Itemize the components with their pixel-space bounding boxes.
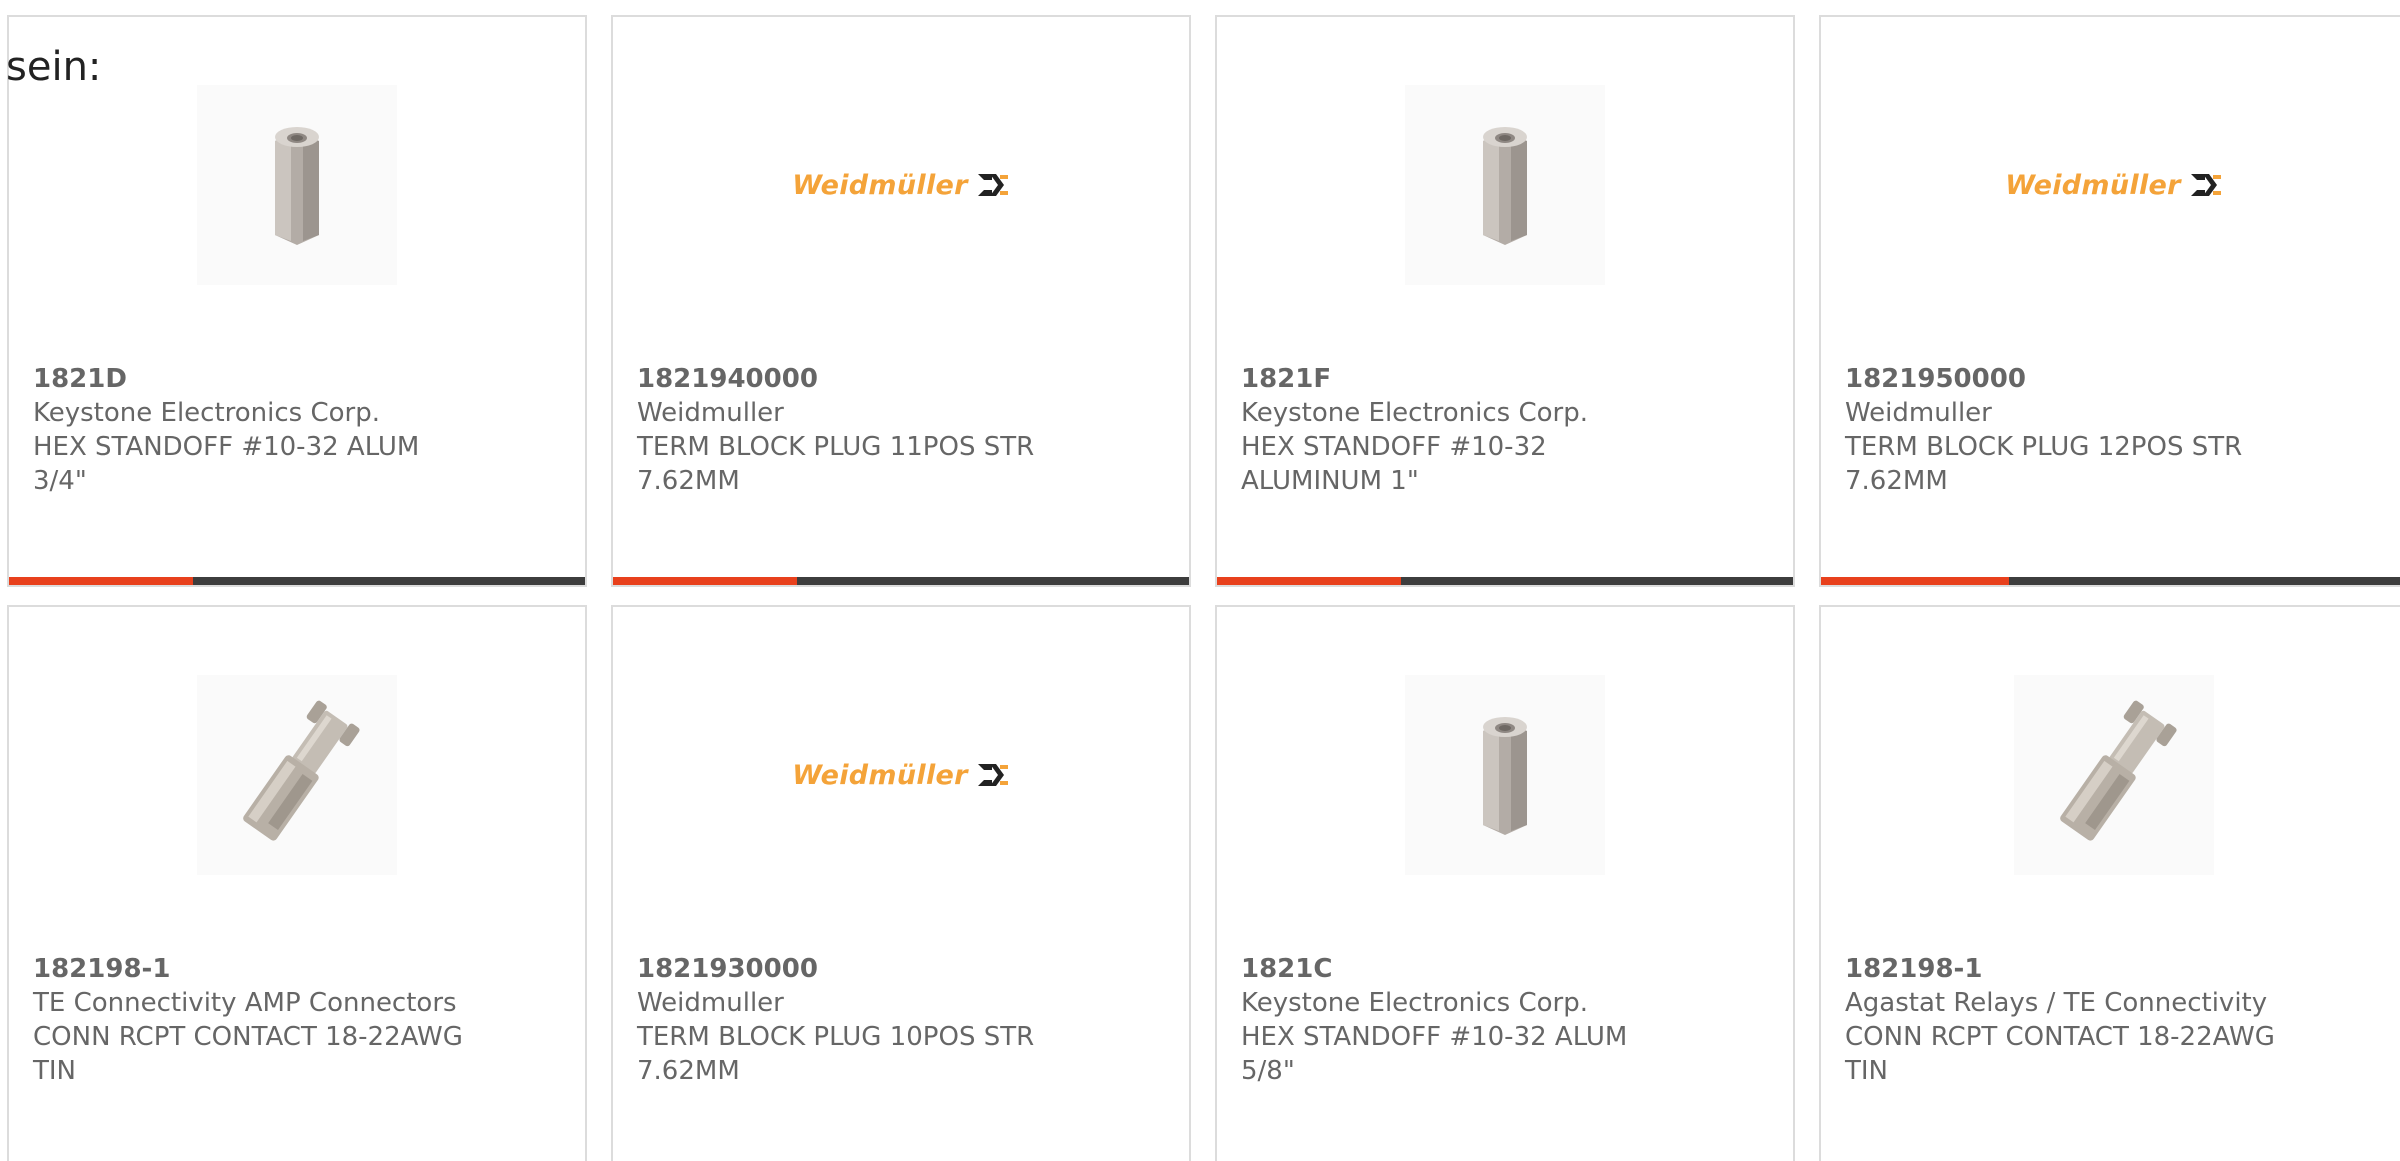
heading-fragment: sein: xyxy=(6,44,102,90)
manufacturer: Weidmuller xyxy=(637,988,784,1018)
progress-fill xyxy=(1217,577,1402,585)
product-info: 1821F Keystone Electronics Corp. HEX STAND… xyxy=(1241,362,1681,498)
manufacturer: Weidmuller xyxy=(1845,398,1992,428)
product-grid-page: sein: 1821D Keystone Electronics Corp. HEX… xyxy=(0,0,2400,1161)
weidmuller-logo: Weidmüller xyxy=(2005,170,2222,201)
weidmuller-logo-text: Weidmüller xyxy=(792,759,968,791)
product-info: 1821950000 Weidmuller TERM BLOCK PLUG 12PO… xyxy=(1845,362,2285,498)
product-description: TERM BLOCK PLUG 11POS STR 7.62MM xyxy=(637,432,1035,496)
product-image[interactable]: Weidmüller xyxy=(792,85,1008,285)
weidmuller-logo-text: Weidmüller xyxy=(792,169,968,201)
part-number[interactable]: 1821F xyxy=(1241,362,1681,396)
product-image[interactable] xyxy=(1405,85,1605,285)
product-info: 1821C Keystone Electronics Corp. HEX STAND… xyxy=(1241,952,1681,1088)
product-image[interactable] xyxy=(2014,675,2214,875)
product-description: TERM BLOCK PLUG 10POS STR 7.62MM xyxy=(637,1022,1035,1086)
weidmuller-logo-text: Weidmüller xyxy=(2005,169,2181,201)
weidmuller-mark-icon xyxy=(977,764,1008,786)
manufacturer: Agastat Relays / TE Connectivity xyxy=(1845,988,2268,1018)
progress-bar xyxy=(1217,577,1793,585)
part-number[interactable]: 1821C xyxy=(1241,952,1681,986)
weidmuller-mark-icon xyxy=(2190,174,2221,196)
product-description: HEX STANDOFF #10-32 ALUM 5/8" xyxy=(1241,1022,1628,1086)
product-image[interactable]: Weidmüller xyxy=(2005,85,2221,285)
part-number[interactable]: 1821940000 xyxy=(637,362,1077,396)
product-info: 182198-1 Agastat Relays / TE Connectivity… xyxy=(1845,952,2285,1088)
product-info: 1821930000 Weidmuller TERM BLOCK PLUG 10PO… xyxy=(637,952,1077,1088)
product-description: CONN RCPT CONTACT 18-22AWG TIN xyxy=(1845,1022,2275,1086)
product-image[interactable] xyxy=(197,85,397,285)
part-number[interactable]: 1821950000 xyxy=(1845,362,2285,396)
product-description: HEX STANDOFF #10-32 ALUMINUM 1" xyxy=(1241,432,1547,496)
hex-standoff-image xyxy=(1405,675,1605,875)
progress-fill xyxy=(1821,577,2009,585)
part-number[interactable]: 1821D xyxy=(33,362,473,396)
product-image[interactable]: Weidmüller xyxy=(792,675,1008,875)
hex-standoff-image xyxy=(1405,85,1605,285)
weidmuller-mark-icon xyxy=(977,174,1008,196)
product-image[interactable] xyxy=(1405,675,1605,875)
product-card[interactable]: Weidmüller 1821940000 Weidmuller TERM BLOCK… xyxy=(611,15,1191,587)
progress-bar xyxy=(613,577,1189,585)
part-number[interactable]: 182198-1 xyxy=(33,952,473,986)
manufacturer: Keystone Electronics Corp. xyxy=(1241,398,1589,428)
crimp-contact-image xyxy=(2014,675,2214,875)
product-info: 182198-1 TE Connectivity AMP Connectors CO… xyxy=(33,952,473,1088)
progress-fill xyxy=(9,577,194,585)
product-card[interactable]: 182198-1 TE Connectivity AMP Connectors CO… xyxy=(7,605,587,1161)
progress-fill xyxy=(613,577,798,585)
product-card[interactable]: Weidmüller 1821950000 Weidmuller TERM BLOCK… xyxy=(1819,15,2400,587)
part-number[interactable]: 182198-1 xyxy=(1845,952,2285,986)
manufacturer: Weidmuller xyxy=(637,398,784,428)
manufacturer: Keystone Electronics Corp. xyxy=(1241,988,1589,1018)
product-card[interactable]: 1821D Keystone Electronics Corp. HEX STAND… xyxy=(7,15,587,587)
product-info: 1821D Keystone Electronics Corp. HEX STAND… xyxy=(33,362,473,498)
product-description: TERM BLOCK PLUG 12POS STR 7.62MM xyxy=(1845,432,2243,496)
hex-standoff-image xyxy=(197,85,397,285)
weidmuller-logo: Weidmüller xyxy=(792,170,1009,201)
product-card[interactable]: 1821C Keystone Electronics Corp. HEX STAND… xyxy=(1215,605,1795,1161)
product-image[interactable] xyxy=(197,675,397,875)
part-number[interactable]: 1821930000 xyxy=(637,952,1077,986)
progress-bar xyxy=(9,577,585,585)
product-card[interactable]: 1821F Keystone Electronics Corp. HEX STAND… xyxy=(1215,15,1795,587)
weidmuller-logo: Weidmüller xyxy=(792,760,1009,791)
product-description: HEX STANDOFF #10-32 ALUM 3/4" xyxy=(33,432,420,496)
product-info: 1821940000 Weidmuller TERM BLOCK PLUG 11PO… xyxy=(637,362,1077,498)
manufacturer: TE Connectivity AMP Connectors xyxy=(33,988,457,1018)
product-card[interactable]: 182198-1 Agastat Relays / TE Connectivity… xyxy=(1819,605,2400,1161)
crimp-contact-image xyxy=(197,675,397,875)
manufacturer: Keystone Electronics Corp. xyxy=(33,398,381,428)
product-card[interactable]: Weidmüller 1821930000 Weidmuller TERM BLOCK… xyxy=(611,605,1191,1161)
product-description: CONN RCPT CONTACT 18-22AWG TIN xyxy=(33,1022,463,1086)
progress-bar xyxy=(1821,577,2400,585)
